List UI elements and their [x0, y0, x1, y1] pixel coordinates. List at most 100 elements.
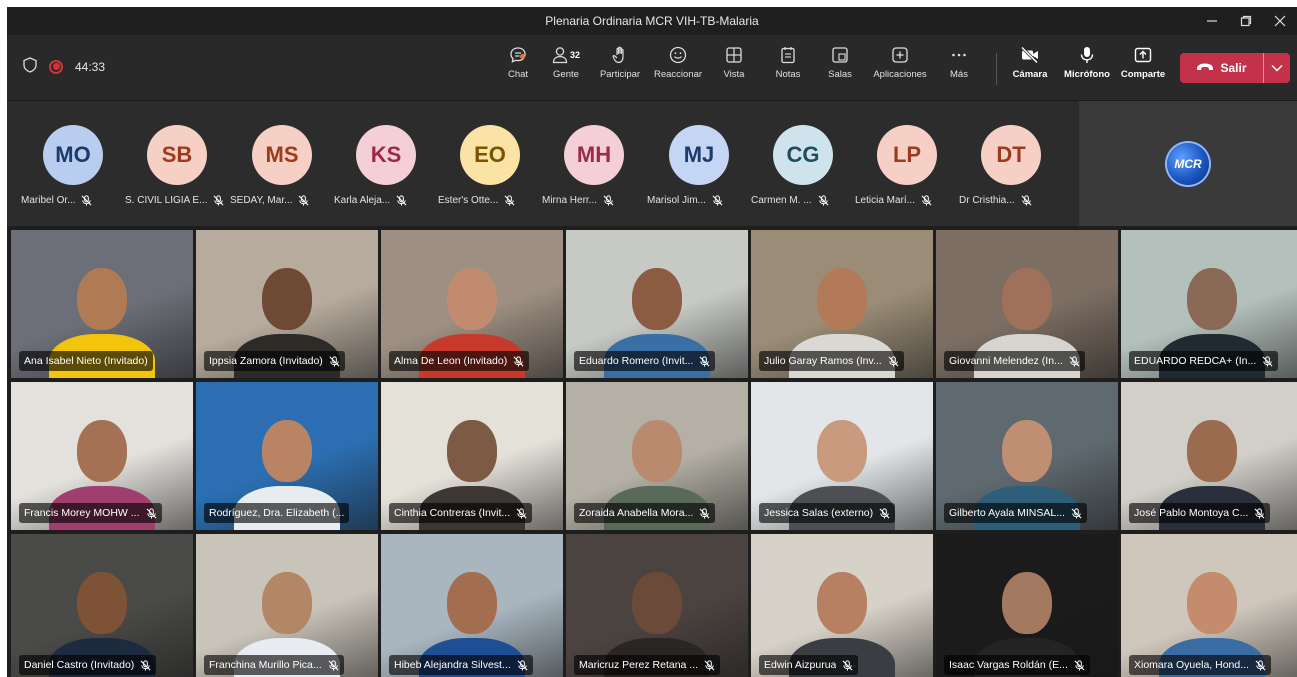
- close-icon[interactable]: [1263, 7, 1297, 35]
- participant-face: [1002, 420, 1052, 482]
- participant-avatar-tile[interactable]: CG Carmen M. ...: [751, 125, 856, 215]
- video-tile[interactable]: EDUARDO REDCA+ (In...: [1121, 230, 1297, 378]
- participant-avatar-tile[interactable]: LP Leticia Marí...: [855, 125, 960, 215]
- window-title: Plenaria Ordinaria MCR VIH-TB-Malaria: [545, 14, 759, 28]
- video-tile[interactable]: Zoraida Anabella Mora...: [566, 382, 748, 530]
- participant-face: [817, 268, 867, 330]
- participant-name: Julio Garay Ramos (Inv...: [764, 355, 882, 367]
- notes-button[interactable]: Notas: [771, 45, 805, 89]
- minimize-icon[interactable]: [1195, 7, 1229, 35]
- video-tile[interactable]: Rodríguez, Dra. Elizabeth (...: [196, 382, 378, 530]
- smiley-icon: [669, 45, 687, 65]
- participant-face: [447, 420, 497, 482]
- camera-button[interactable]: Cámara: [1011, 45, 1049, 89]
- participant-avatar-tile[interactable]: DT Dr Cristhia...: [959, 125, 1064, 215]
- participant-face: [632, 268, 682, 330]
- participant-face: [77, 420, 127, 482]
- participant-avatar-tile[interactable]: MO Maribel Or...: [21, 125, 126, 215]
- view-button[interactable]: Vista: [717, 45, 751, 89]
- participant-face: [1187, 268, 1237, 330]
- participant-face: [632, 420, 682, 482]
- video-tile[interactable]: Francis Morey MOHW ...: [11, 382, 193, 530]
- overflow-tile[interactable]: MCR: [1079, 101, 1297, 226]
- participant-avatar-tile[interactable]: EO Ester's Otte...: [438, 125, 543, 215]
- video-tile[interactable]: Ana Isabel Nieto (Invitado): [11, 230, 193, 378]
- grid-view-icon: [725, 45, 743, 65]
- microphone-button[interactable]: Micrófono: [1061, 45, 1113, 89]
- leave-options-button[interactable]: [1264, 59, 1290, 77]
- participant-name: Mirna Herr...: [542, 195, 598, 206]
- raise-hand-button[interactable]: Participar: [596, 45, 644, 89]
- recording-icon: [49, 59, 63, 74]
- people-button[interactable]: 32 Gente: [547, 45, 585, 89]
- participant-face: [1187, 420, 1237, 482]
- avatar: DT: [981, 125, 1041, 185]
- mic-off-icon: [921, 195, 932, 206]
- video-tile[interactable]: Franchina Murillo Pica...: [196, 534, 378, 677]
- participant-avatar-tile[interactable]: SB S. CIVIL LIGIA E...: [125, 125, 230, 215]
- participant-avatar-tile[interactable]: KS Karla Aleja...: [334, 125, 439, 215]
- participant-name-row: Marisol Jim...: [647, 195, 752, 206]
- participant-avatar-tile[interactable]: MS SEDAY, Mar...: [230, 125, 335, 215]
- participant-name-row: Ester's Otte...: [438, 195, 543, 206]
- participant-name: SEDAY, Mar...: [230, 195, 293, 206]
- participant-name: Xiomara Oyuela, Hond...: [1134, 659, 1249, 671]
- meeting-toolbar: 44:33 Chat 32 Gente Participar Reacciona…: [7, 35, 1297, 101]
- participant-nameplate: Isaac Vargas Roldán (E...: [944, 655, 1090, 675]
- leave-button[interactable]: Salir: [1180, 53, 1290, 83]
- participant-name-row: Karla Aleja...: [334, 195, 439, 206]
- participant-nameplate: Maricruz Perez Retana ...: [574, 655, 721, 675]
- participant-face: [1187, 572, 1237, 634]
- participant-nameplate: Julio Garay Ramos (Inv...: [759, 351, 904, 371]
- participant-nameplate: Daniel Castro (Invitado): [19, 655, 157, 675]
- chat-button[interactable]: Chat: [503, 45, 533, 89]
- meeting-status: 44:33: [23, 57, 105, 76]
- mic-off-icon: [1021, 195, 1032, 206]
- participant-name: Giovanni Melendez (In...: [949, 355, 1063, 367]
- participant-name: Cinthia Contreras (Invit...: [394, 507, 511, 519]
- toolbar-divider: [996, 53, 997, 85]
- video-tile[interactable]: Daniel Castro (Invitado): [11, 534, 193, 677]
- title-bar: Plenaria Ordinaria MCR VIH-TB-Malaria: [7, 7, 1297, 35]
- mic-off-icon: [1071, 507, 1082, 519]
- video-tile[interactable]: Xiomara Oyuela, Hond...: [1121, 534, 1297, 677]
- participant-avatar-tile[interactable]: MJ Marisol Jim...: [647, 125, 752, 215]
- video-tile[interactable]: Jessica Salas (externo): [751, 382, 933, 530]
- video-tile[interactable]: Giovanni Melendez (In...: [936, 230, 1118, 378]
- leave-main[interactable]: Salir: [1180, 61, 1263, 75]
- more-button[interactable]: Más: [945, 45, 973, 89]
- video-tile[interactable]: Cinthia Contreras (Invit...: [381, 382, 563, 530]
- chat-unread-dot: [520, 54, 525, 59]
- participant-name: Hibeb Alejandra Silvest...: [394, 659, 511, 671]
- participant-face: [447, 268, 497, 330]
- video-tile[interactable]: Alma De Leon (Invitado): [381, 230, 563, 378]
- video-tile[interactable]: Eduardo Romero (Invit...: [566, 230, 748, 378]
- video-tile[interactable]: Maricruz Perez Retana ...: [566, 534, 748, 677]
- participant-name: Francis Morey MOHW ...: [24, 507, 140, 519]
- mic-off-icon: [328, 659, 339, 671]
- shield-icon[interactable]: [23, 57, 37, 76]
- video-tile[interactable]: Hibeb Alejandra Silvest...: [381, 534, 563, 677]
- participant-face: [1002, 572, 1052, 634]
- participant-nameplate: Ana Isabel Nieto (Invitado): [19, 351, 153, 371]
- participant-name: EDUARDO REDCA+ (In...: [1134, 355, 1257, 367]
- maximize-icon[interactable]: [1229, 7, 1263, 35]
- video-tile[interactable]: Ippsia Zamora (Invitado): [196, 230, 378, 378]
- participant-nameplate: Giovanni Melendez (In...: [944, 351, 1085, 371]
- share-screen-icon: [1134, 45, 1152, 65]
- apps-button[interactable]: Aplicaciones: [869, 45, 931, 89]
- react-button[interactable]: Reaccionar: [650, 45, 706, 89]
- participant-avatar-tile[interactable]: MH Mirna Herr...: [542, 125, 647, 215]
- breakout-rooms-button[interactable]: Salas: [825, 45, 855, 89]
- video-tile[interactable]: Edwin Aizpurua: [751, 534, 933, 677]
- video-tile[interactable]: José Pablo Montoya C...: [1121, 382, 1297, 530]
- hang-up-icon: [1196, 61, 1214, 75]
- mic-off-icon: [516, 507, 527, 519]
- mic-off-icon: [1069, 355, 1080, 367]
- participant-name: Alma De Leon (Invitado): [394, 355, 508, 367]
- video-tile[interactable]: Isaac Vargas Roldán (E...: [936, 534, 1118, 677]
- video-tile[interactable]: Julio Garay Ramos (Inv...: [751, 230, 933, 378]
- participant-name: Carmen M. ...: [751, 195, 812, 206]
- video-tile[interactable]: Gilberto Ayala MINSAL...: [936, 382, 1118, 530]
- share-button[interactable]: Comparte: [1119, 45, 1167, 89]
